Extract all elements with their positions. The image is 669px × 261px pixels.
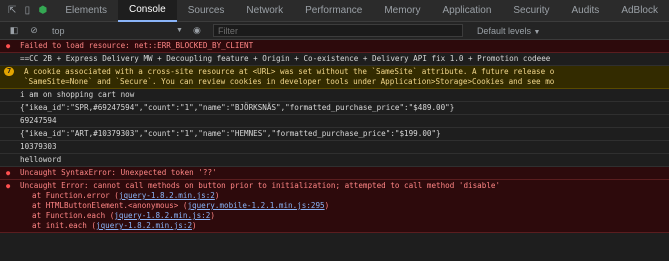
console-message: 10379303 [20,142,57,151]
console-message: `SameSite=None` and `Secure`. You can re… [24,77,555,86]
stack-frame-text: at init.each ( [32,221,97,230]
stack-frame-text: ) [210,211,215,220]
stack-frame-text: ) [192,221,197,230]
tab-adblock[interactable]: AdBlock [610,0,669,22]
chevron-down-icon[interactable]: ▼ [176,27,183,34]
error-icon: ● [6,182,11,190]
tab-application[interactable]: Application [431,0,502,22]
console-output[interactable]: ● Failed to load resource: net::ERR_BLOC… [0,40,669,261]
stack-frame-text: ) [324,201,330,210]
stack-frame-text: at Function.each ( [32,211,115,220]
stack-frame-text: at Function.error ( [32,191,119,200]
tab-memory[interactable]: Memory [373,0,431,22]
filter-input[interactable] [212,24,463,37]
stack-frame: at init.each (jquery-1.8.2.min.js:2) [20,221,663,231]
console-message: helloword [20,155,62,164]
context-selector[interactable]: top [52,26,172,36]
console-log-row: helloword [0,154,669,167]
sidebar-toggle-icon[interactable]: ◧ [8,25,20,37]
stack-frame: at HTMLButtonElement.<anonymous> (jquery… [20,201,663,211]
stack-frame: at Function.error (jquery-1.8.2.min.js:2… [20,191,663,201]
warning-count-badge: 7 [4,67,15,76]
tab-sources[interactable]: Sources [177,0,236,22]
log-levels-label: Default levels [476,25,531,36]
cursor-arrow-icon[interactable]: ⇱ [8,5,16,17]
error-icon: ● [6,42,11,50]
source-link[interactable]: jquery-1.8.2.min.js:2 [114,211,210,220]
tab-performance[interactable]: Performance [294,0,373,22]
stack-frame-text: at HTMLButtonElement.<anonymous> ( [32,201,188,210]
source-link[interactable]: jquery-1.8.2.min.js:2 [119,191,215,200]
error-icon: ● [6,169,11,177]
console-log-row: 69247594 [0,115,669,128]
tab-network[interactable]: Network [235,0,294,22]
console-filterbar: ◧ ⊘ top ▼ ◉ Default levels ▼ [0,22,669,40]
console-message: {"ikea_id":"ART,#10379303","count":"1","… [20,129,441,138]
devtools-tabbar: ⇱ ▯ ⬢ Elements Console Sources Network P… [0,0,669,22]
console-message: Failed to load resource: net::ERR_BLOCKE… [20,41,254,50]
console-message: Uncaught Error: cannot call methods on b… [20,181,501,190]
console-log-row: ==CC 2B + Express Delivery MW + Decoupli… [0,53,669,66]
console-log-row: {"ikea_id":"SPR,#69247594","count":"1","… [0,102,669,115]
log-levels-dropdown[interactable]: Default levels ▼ [477,26,540,36]
extension-icon[interactable]: ⬢ [38,5,47,17]
console-error-row[interactable]: ● Uncaught SyntaxError: Unexpected token… [0,167,669,180]
console-log-row: 10379303 [0,141,669,154]
context-label: top [52,25,65,36]
console-warning-row[interactable]: 7 A cookie associated with a cross-site … [0,66,669,89]
stack-frame: at Function.each (jquery-1.8.2.min.js:2) [20,211,663,221]
console-message: i am on shopping cart now [20,90,135,99]
clear-console-icon[interactable]: ⊘ [28,25,40,37]
console-message: ==CC 2B + Express Delivery MW + Decoupli… [20,54,551,63]
tab-security[interactable]: Security [502,0,560,22]
console-message: Uncaught SyntaxError: Unexpected token '… [20,168,217,177]
device-toggle-icon[interactable]: ▯ [24,5,31,17]
console-error-row[interactable]: ● Uncaught Error: cannot call methods on… [0,180,669,233]
console-message: 69247594 [20,116,57,125]
stack-frame-text: ) [214,191,220,200]
source-link[interactable]: jquery.mobile-1.2.1.min.js:295 [187,201,324,210]
chevron-down-icon: ▼ [533,28,541,36]
console-message: A cookie associated with a cross-site re… [24,67,555,76]
tab-console[interactable]: Console [118,0,177,22]
console-error-row: ● Failed to load resource: net::ERR_BLOC… [0,40,669,53]
console-log-row: i am on shopping cart now [0,89,669,102]
console-message: {"ikea_id":"SPR,#69247594","count":"1","… [20,103,455,112]
tab-audits[interactable]: Audits [561,0,611,22]
source-link[interactable]: jquery-1.8.2.min.js:2 [96,221,192,230]
eye-icon[interactable]: ◉ [191,25,203,37]
tab-elements[interactable]: Elements [54,0,118,22]
console-log-row: {"ikea_id":"ART,#10379303","count":"1","… [0,128,669,141]
